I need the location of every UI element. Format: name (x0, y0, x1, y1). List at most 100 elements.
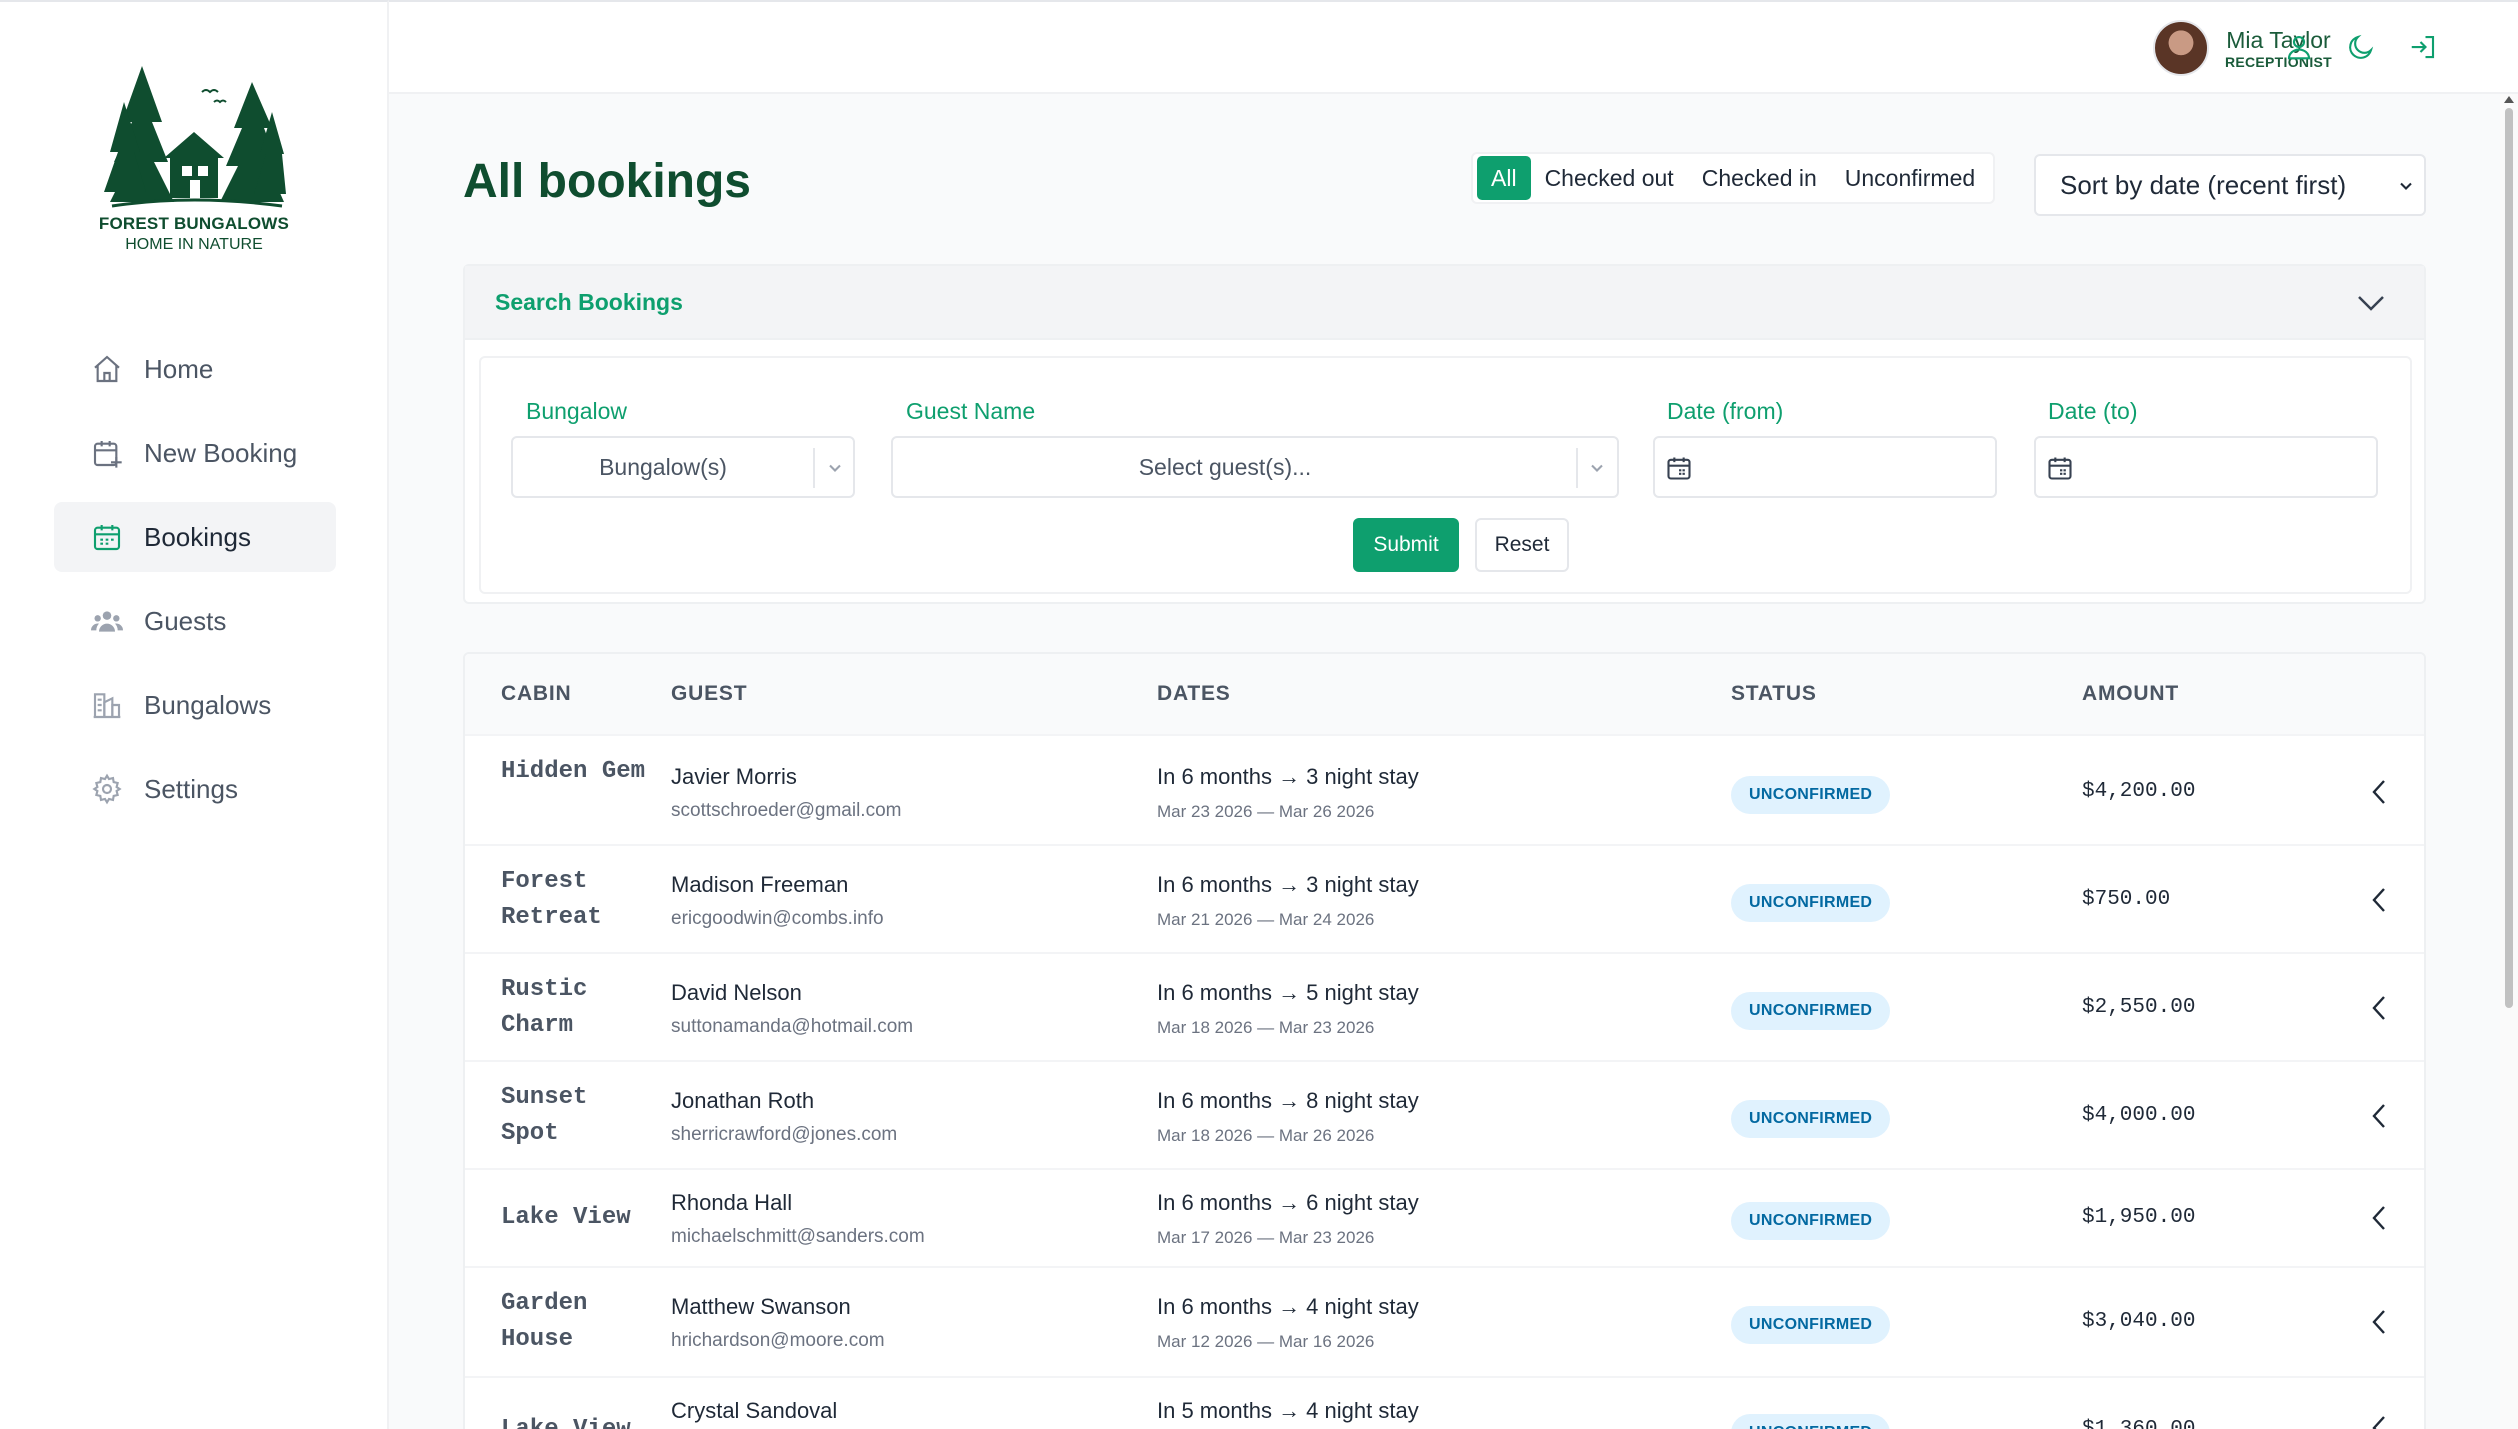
sidebar-item-home[interactable]: Home (54, 334, 336, 404)
sidebar-nav: Home New Booking Bookings Guests Bungalo… (54, 334, 336, 838)
table-row[interactable]: Rustic Charm David Nelson suttonamanda@h… (465, 954, 2424, 1062)
booking-amount: $750.00 (2082, 888, 2171, 911)
guest-name: Madison Freeman (671, 872, 849, 897)
home-icon (90, 352, 124, 386)
guest-name: David Nelson (671, 980, 802, 1005)
avatar (2152, 20, 2209, 76)
guest-select-placeholder: Select guest(s)... (1138, 453, 1312, 480)
sidebar-item-label: Bookings (144, 521, 251, 552)
sidebar-item-guests[interactable]: Guests (54, 586, 336, 656)
stay-summary: In 6 months → 6 night stay (1157, 1190, 1419, 1215)
guest-email: suttonamanda@hotmail.com (671, 1016, 914, 1037)
brand-name: FOREST BUNGALOWS (98, 214, 290, 233)
page-scrollbar[interactable] (2500, 94, 2518, 1429)
booking-amount: $4,200.00 (2082, 780, 2196, 803)
calendar-plus-icon (90, 436, 124, 470)
status-badge: UNCONFIRMED (1731, 1306, 1891, 1344)
bungalow-select-placeholder: Bungalow(s) (599, 453, 727, 480)
search-panel-toggle[interactable]: Search Bookings (465, 266, 2424, 340)
guest-name-label: Guest Name (906, 398, 1036, 424)
user-icon[interactable] (2282, 30, 2316, 64)
chevron-down-icon (2358, 296, 2384, 311)
table-row[interactable]: Sunset Spot Jonathan Roth sherricrawford… (465, 1062, 2424, 1170)
chevron-left-icon[interactable] (2369, 778, 2389, 806)
brand-logo[interactable]: FOREST BUNGALOWS HOME IN NATURE (88, 62, 300, 272)
stay-dates: Mar 23 2026 — Mar 26 2026 (1157, 802, 1375, 821)
users-icon (90, 604, 124, 638)
chevron-left-icon[interactable] (2369, 1204, 2389, 1232)
status-badge: UNCONFIRMED (1731, 992, 1891, 1030)
moon-icon[interactable] (2344, 30, 2378, 64)
table-row[interactable]: Garden House Matthew Swanson hrichardson… (465, 1268, 2424, 1378)
chevron-left-icon[interactable] (2369, 1102, 2389, 1130)
date-from-input[interactable] (1653, 436, 1997, 498)
chevron-left-icon[interactable] (2369, 994, 2389, 1022)
sidebar: FOREST BUNGALOWS HOME IN NATURE Home New… (0, 0, 389, 1429)
chevron-left-icon[interactable] (2369, 886, 2389, 914)
filter-all-button[interactable]: All (1477, 156, 1531, 200)
guest-select[interactable]: Select guest(s)... (891, 436, 1619, 498)
forest-logo-icon (104, 66, 286, 208)
cabin-name: Garden House (501, 1290, 588, 1353)
sidebar-item-settings[interactable]: Settings (54, 754, 336, 824)
logout-icon[interactable] (2406, 30, 2440, 64)
status-badge: UNCONFIRMED (1731, 1100, 1891, 1138)
sidebar-item-bungalows[interactable]: Bungalows (54, 670, 336, 740)
stay-dates: Mar 21 2026 — Mar 24 2026 (1157, 910, 1375, 929)
table-row[interactable]: Lake View Rhonda Hall michaelschmitt@san… (465, 1170, 2424, 1268)
brand-tagline: HOME IN NATURE (125, 236, 263, 253)
sort-select-value: Sort by date (recent first) (2060, 169, 2347, 200)
stay-summary: In 6 months → 8 night stay (1157, 1088, 1419, 1113)
booking-amount: $4,000.00 (2082, 1104, 2196, 1127)
gear-icon (90, 772, 124, 806)
sidebar-item-label: Home (144, 353, 214, 384)
filter-checked-in-button[interactable]: Checked in (1688, 156, 1831, 200)
chevron-down-icon (1591, 464, 1603, 472)
stay-summary: In 6 months → 3 night stay (1157, 872, 1419, 897)
bookings-table: CABIN GUEST DATES STATUS AMOUNT Hidden G… (463, 652, 2426, 1429)
status-badge: UNCONFIRMED (1731, 1414, 1891, 1429)
search-panel: Search Bookings Bungalow Bungalow(s) Gue… (463, 264, 2426, 604)
status-badge: UNCONFIRMED (1731, 884, 1891, 922)
booking-amount: $2,550.00 (2082, 996, 2196, 1019)
filter-unconfirmed-button[interactable]: Unconfirmed (1831, 156, 1989, 200)
booking-amount: $1,360.00 (2082, 1418, 2195, 1429)
status-badge: UNCONFIRMED (1731, 1202, 1891, 1240)
stay-summary: In 6 months → 3 night stay (1157, 764, 1419, 789)
sidebar-item-label: Guests (144, 605, 227, 636)
calendar-icon (2048, 457, 2072, 480)
scroll-thumb[interactable] (2505, 108, 2513, 1008)
table-row[interactable]: Forest Retreat Madison Freeman ericgoodw… (465, 846, 2424, 954)
chevron-down-icon (2400, 182, 2412, 190)
search-panel-title: Search Bookings (495, 288, 683, 315)
table-row[interactable]: Lake View Crystal Sandoval In 5 months →… (465, 1378, 2424, 1429)
chevron-left-icon[interactable] (2369, 1414, 2389, 1429)
filter-checked-out-button[interactable]: Checked out (1531, 156, 1688, 200)
stay-dates: Mar 12 2026 — Mar 16 2026 (1157, 1332, 1375, 1351)
submit-button[interactable]: Submit (1353, 518, 1459, 572)
status-filter: All Checked out Checked in Unconfirmed (1471, 152, 1996, 204)
date-to-input[interactable] (2034, 436, 2378, 498)
chevron-left-icon[interactable] (2369, 1308, 2389, 1336)
building-icon (90, 688, 124, 722)
guest-email: sherricrawford@jones.com (671, 1124, 898, 1145)
reset-button[interactable]: Reset (1475, 518, 1569, 572)
calendar-icon (90, 520, 124, 554)
sidebar-item-label: Settings (144, 773, 238, 804)
column-header-status: STATUS (1731, 682, 1817, 705)
stay-summary: In 6 months → 4 night stay (1157, 1294, 1419, 1319)
booking-amount: $1,950.00 (2082, 1206, 2196, 1229)
sort-select[interactable]: Sort by date (recent first) (2034, 154, 2426, 216)
cabin-name: Rustic Charm (501, 976, 588, 1039)
page-title: All bookings (463, 155, 751, 208)
guest-email: michaelschmitt@sanders.com (671, 1226, 925, 1247)
bungalow-select[interactable]: Bungalow(s) (511, 436, 855, 498)
scroll-up-arrow[interactable] (2504, 96, 2514, 103)
table-row[interactable]: Hidden Gem Javier Morris scottschroeder@… (465, 736, 2424, 846)
stay-dates: Mar 18 2026 — Mar 26 2026 (1157, 1126, 1375, 1145)
sidebar-item-bookings[interactable]: Bookings (54, 502, 336, 572)
stay-dates: Mar 17 2026 — Mar 23 2026 (1157, 1228, 1375, 1247)
column-header-dates: DATES (1157, 682, 1231, 705)
sidebar-item-new-booking[interactable]: New Booking (54, 418, 336, 488)
column-header-cabin: CABIN (501, 682, 572, 705)
